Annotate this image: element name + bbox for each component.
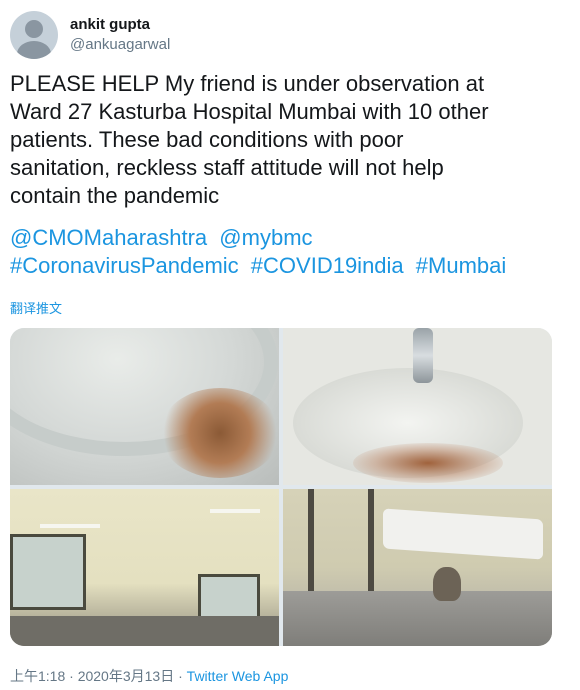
- mention-cmo-maharashtra[interactable]: @CMOMaharashtra: [10, 225, 207, 250]
- hashtag-coronavirus-pandemic[interactable]: #CoronavirusPandemic: [10, 253, 239, 278]
- ward-floor: [10, 616, 279, 646]
- photo-sink-with-tap[interactable]: [283, 328, 552, 485]
- tweet-time[interactable]: 上午1:18: [10, 668, 65, 684]
- source-app-link[interactable]: Twitter Web App: [187, 668, 289, 684]
- bed-floor: [283, 591, 552, 646]
- user-names: ankit gupta @ankuagarwal: [70, 15, 170, 55]
- hashtag-links: #CoronavirusPandemic #COVID19india #Mumb…: [10, 252, 575, 280]
- footer-separator: ·: [178, 668, 183, 684]
- display-name[interactable]: ankit gupta: [70, 15, 170, 35]
- tap: [413, 328, 433, 383]
- avatar-body: [17, 41, 51, 59]
- tweet-header: ankit gupta @ankuagarwal: [10, 10, 170, 60]
- mention-links: @CMOMaharashtra @mybmc: [10, 224, 575, 252]
- media-grid: [10, 328, 552, 646]
- ceiling-light: [210, 509, 260, 513]
- user-handle[interactable]: @ankuagarwal: [70, 35, 170, 55]
- sink-stain: [160, 388, 279, 478]
- avatar[interactable]: [10, 11, 58, 59]
- cat: [433, 567, 461, 601]
- avatar-head: [25, 20, 43, 38]
- ward-window: [10, 534, 86, 610]
- tweet-text: PLEASE HELP My friend is under observati…: [10, 71, 489, 208]
- tweet-footer: 上午1:18 · 2020年3月13日 · Twitter Web App: [10, 666, 288, 686]
- photo-hospital-ward[interactable]: [10, 489, 279, 646]
- sink-stain: [353, 443, 503, 483]
- tweet-date[interactable]: 2020年3月13日: [78, 668, 175, 684]
- footer-separator: ·: [69, 668, 74, 684]
- ceiling-light: [40, 524, 100, 528]
- photo-sink-close-up[interactable]: [10, 328, 279, 485]
- hashtag-mumbai[interactable]: #Mumbai: [416, 253, 506, 278]
- bed-mattress: [383, 508, 543, 560]
- hashtag-covid19india[interactable]: #COVID19india: [251, 253, 404, 278]
- translate-tweet-link[interactable]: 翻译推文: [10, 298, 62, 317]
- photo-bed-with-cat[interactable]: [283, 489, 552, 646]
- mention-mybmc[interactable]: @mybmc: [219, 225, 312, 250]
